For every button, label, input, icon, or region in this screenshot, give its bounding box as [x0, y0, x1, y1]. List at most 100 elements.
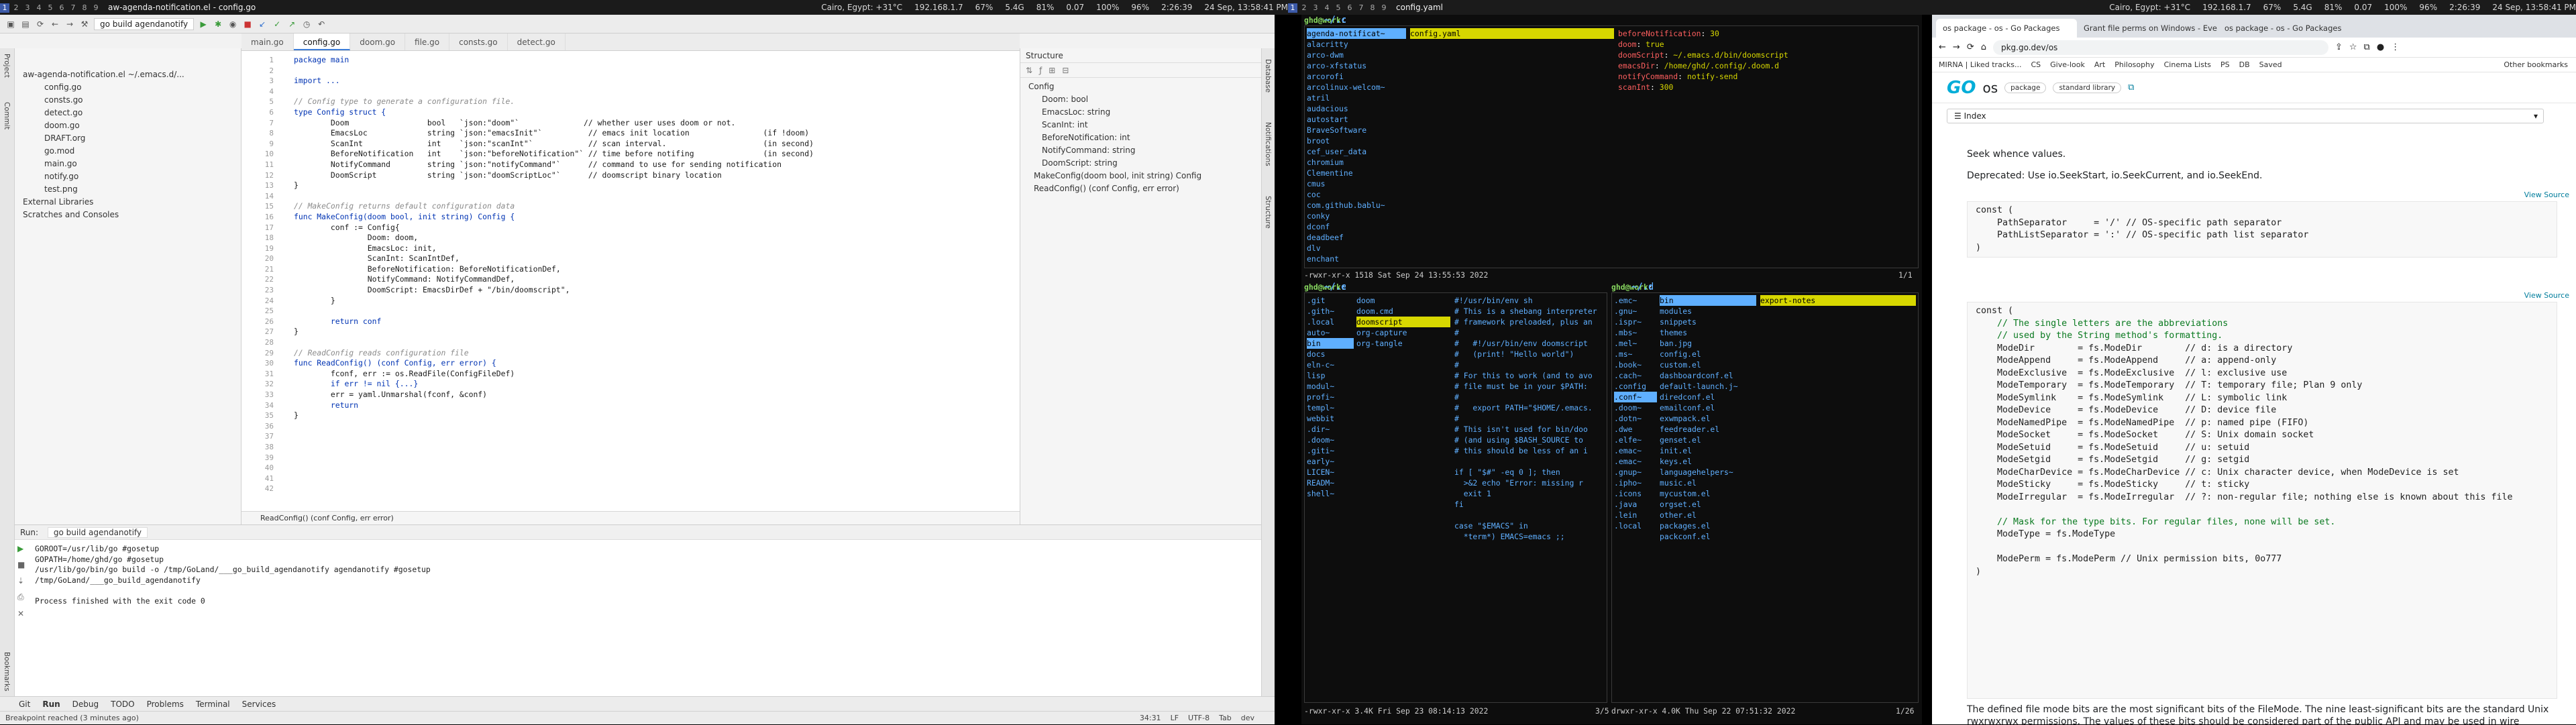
file-entry[interactable]: diredconf.el: [1660, 392, 1756, 402]
git-push-icon[interactable]: ↗: [286, 19, 297, 30]
stop-icon[interactable]: ■: [242, 19, 253, 30]
status-field[interactable]: Tab: [1219, 714, 1232, 722]
dir-entry[interactable]: atril: [1307, 93, 1406, 103]
view-source-link[interactable]: View Source: [2524, 291, 2569, 300]
back-icon[interactable]: ←: [1939, 42, 1946, 52]
tree-item[interactable]: doom.go: [15, 119, 241, 132]
dir-entry[interactable]: com.github.bablu~: [1307, 200, 1406, 211]
file-entry[interactable]: languagehelpers~: [1660, 467, 1756, 478]
dir-entry[interactable]: broot: [1307, 135, 1406, 146]
file-entry[interactable]: orgset.el: [1660, 499, 1756, 510]
tree-item[interactable]: test.png: [15, 183, 241, 196]
dir-entry[interactable]: cef_user_data: [1307, 146, 1406, 157]
dir-entry[interactable]: .ipho~: [1614, 478, 1657, 488]
tool-tab[interactable]: Problems: [147, 700, 184, 709]
terminal-window[interactable]: ghd@work:~/.config/agenda-notification/c…: [1301, 15, 1922, 724]
workspace-button[interactable]: 5: [1334, 3, 1343, 13]
file-entry[interactable]: snippets: [1660, 317, 1756, 327]
workspace-button[interactable]: 7: [1356, 3, 1366, 13]
structure-item[interactable]: DoomScript: string: [1020, 157, 1261, 170]
forward-icon[interactable]: →: [1953, 42, 1960, 52]
run-icon[interactable]: ▶: [198, 19, 209, 30]
editor-tab[interactable]: detect.go: [508, 34, 566, 50]
tool-tab[interactable]: Debug: [72, 700, 99, 709]
menu-icon[interactable]: ⋮: [2391, 42, 2400, 52]
editor-tab[interactable]: config.go: [293, 34, 351, 50]
dir-entry[interactable]: .local: [1614, 520, 1657, 531]
dir-entry[interactable]: .git: [1307, 295, 1354, 306]
file-entry[interactable]: keys.el: [1660, 456, 1756, 467]
bookmark-item[interactable]: MIRNA | Liked tracks...: [1939, 60, 2021, 69]
dir-entry[interactable]: .elfe~: [1614, 435, 1657, 445]
tree-item[interactable]: main.go: [15, 158, 241, 170]
dir-entry[interactable]: dlv: [1307, 243, 1406, 254]
dir-entry[interactable]: arco-dwm: [1307, 50, 1406, 60]
file-entry[interactable]: doom: [1356, 295, 1450, 306]
project-tool-button[interactable]: Project: [3, 54, 11, 78]
dir-entry[interactable]: arco-xfstatus: [1307, 60, 1406, 71]
file-entry[interactable]: packages.el: [1660, 520, 1756, 531]
structure-item[interactable]: MakeConfig(doom bool, init string) Confi…: [1020, 170, 1261, 182]
file-entry[interactable]: genset.el: [1660, 435, 1756, 445]
dir-entry[interactable]: .mbs~: [1614, 327, 1657, 338]
status-field[interactable]: LF: [1171, 714, 1179, 722]
tool-tab[interactable]: Git: [19, 700, 30, 709]
editor-tab[interactable]: main.go: [241, 34, 294, 50]
dir-entry[interactable]: .dir~: [1307, 424, 1354, 435]
bl-parent-column[interactable]: .git .gith~ .local auto~ bin docs eln-c~ lisp mo…: [1307, 295, 1354, 700]
dir-entry[interactable]: .doom~: [1307, 435, 1354, 445]
file-entry[interactable]: dashboardconf.el: [1660, 370, 1756, 381]
git-commit-icon[interactable]: ✓: [272, 19, 282, 30]
address-bar[interactable]: pkg.go.dev/os: [1992, 40, 2328, 55]
run-output[interactable]: GOROOT=/usr/lib/go #gosetup GOPATH=/home/…: [35, 544, 431, 607]
workspace-button[interactable]: 9: [1379, 3, 1389, 13]
dir-entry[interactable]: auto~: [1307, 327, 1354, 338]
dir-entry[interactable]: BraveSoftware: [1307, 125, 1406, 135]
br-current-column[interactable]: bin modules snippets themes ban.jpg config.el…: [1660, 295, 1756, 700]
bookmark-item[interactable]: Cinema Lists: [2164, 60, 2211, 69]
rollback-icon[interactable]: ↶: [316, 19, 327, 30]
dir-entry[interactable]: arcolinux-welcom~: [1307, 82, 1406, 93]
dir-entry[interactable]: .cach~: [1614, 370, 1657, 381]
dir-entry[interactable]: .gnup~: [1614, 467, 1657, 478]
fields-icon[interactable]: ƒ: [1039, 66, 1042, 75]
editor-tab[interactable]: file.go: [405, 34, 450, 50]
tree-item[interactable]: aw-agenda-notification.el ~/.emacs.d/...: [15, 68, 241, 81]
dir-entry[interactable]: templ~: [1307, 402, 1354, 413]
tool-tab[interactable]: Run: [42, 700, 60, 709]
dir-entry[interactable]: alacritty: [1307, 39, 1406, 50]
workspace-button[interactable]: 6: [57, 3, 66, 13]
workspace-button[interactable]: 4: [34, 3, 44, 13]
tool-tab[interactable]: Services: [242, 700, 276, 709]
dir-entry[interactable]: shell~: [1307, 488, 1354, 499]
dir-entry[interactable]: bin: [1307, 338, 1354, 349]
coverage-icon[interactable]: ◉: [227, 19, 238, 30]
dir-entry[interactable]: .conf~: [1614, 392, 1657, 402]
file-entry[interactable]: modules: [1660, 306, 1756, 317]
dir-entry[interactable]: conky: [1307, 211, 1406, 221]
tool-tab[interactable]: TODO: [111, 700, 134, 709]
dir-entry[interactable]: early~: [1307, 456, 1354, 467]
file-entry[interactable]: mycustom.el: [1660, 488, 1756, 499]
workspace-button[interactable]: 3: [23, 3, 32, 13]
top-current-column[interactable]: config.yaml: [1410, 28, 1614, 266]
dir-entry[interactable]: .emac~: [1614, 456, 1657, 467]
collapse-icon[interactable]: ⊟: [1062, 66, 1069, 75]
file-entry[interactable]: config.el: [1660, 349, 1756, 359]
run-config-select[interactable]: go build agendanotify: [94, 17, 195, 30]
file-entry[interactable]: exwmpack.el: [1660, 413, 1756, 424]
dir-entry[interactable]: lisp: [1307, 370, 1354, 381]
dir-entry[interactable]: arcorofi: [1307, 71, 1406, 82]
status-field[interactable]: dev: [1241, 714, 1254, 722]
structure-item[interactable]: BeforeNotification: int: [1020, 131, 1261, 144]
scroll-end-icon[interactable]: ⇣: [17, 576, 31, 585]
back-icon[interactable]: ←: [50, 19, 60, 30]
sort-icon[interactable]: ⇅: [1026, 66, 1032, 75]
extensions-icon[interactable]: ⧉: [2364, 42, 2370, 52]
bookmark-item[interactable]: DB: [2239, 60, 2250, 69]
status-message[interactable]: Breakpoint reached (3 minutes ago): [5, 714, 139, 722]
dir-entry[interactable]: enchant: [1307, 254, 1406, 264]
git-update-icon[interactable]: ↙: [257, 19, 268, 30]
dir-entry[interactable]: LICEN~: [1307, 467, 1354, 478]
dir-entry[interactable]: .config: [1614, 381, 1657, 392]
